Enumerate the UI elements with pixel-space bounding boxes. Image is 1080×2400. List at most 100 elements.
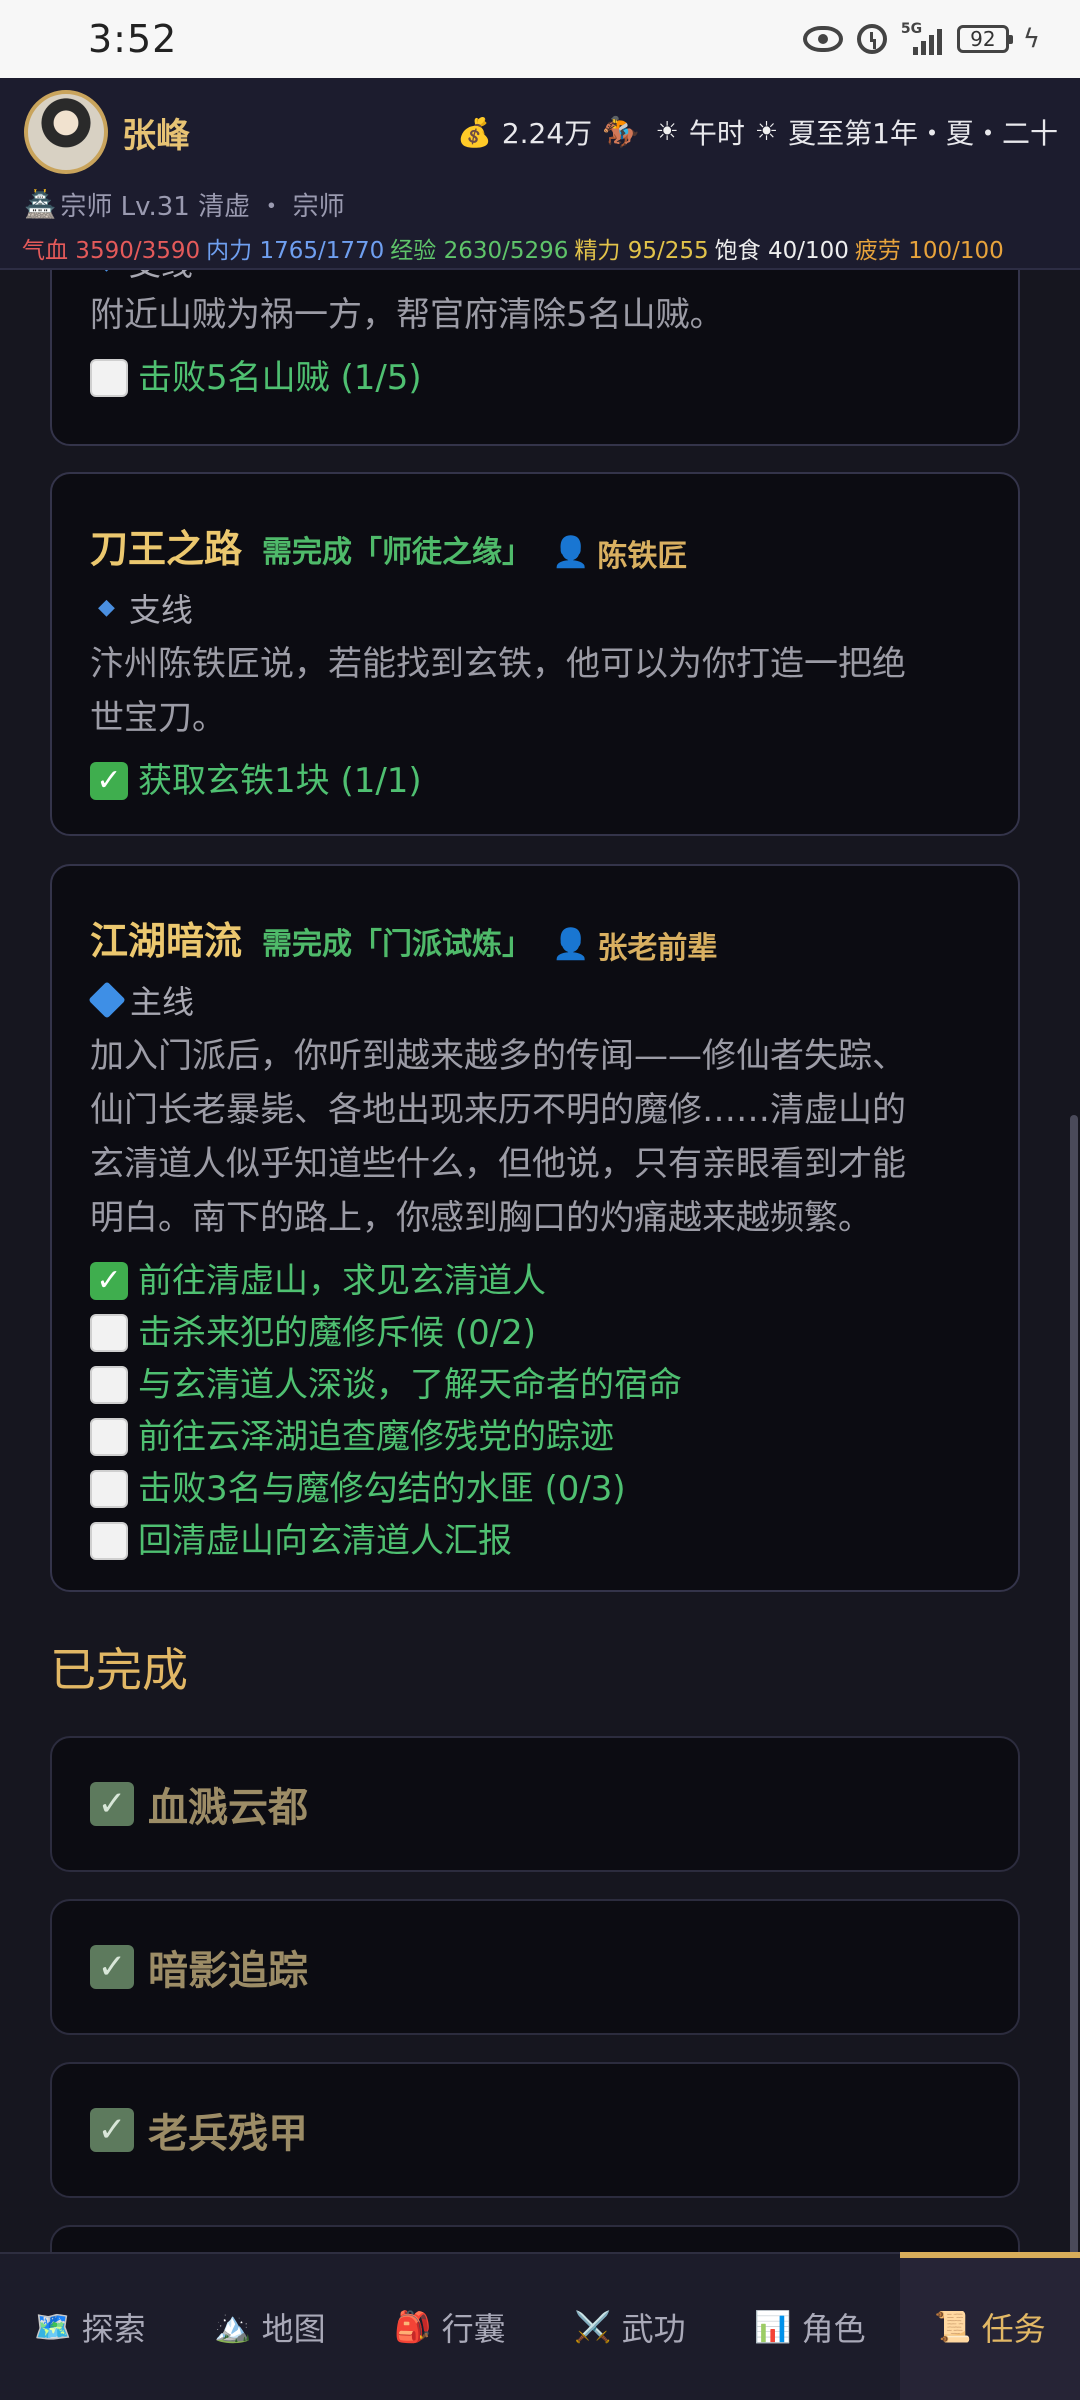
quest-title: 刀王之路 bbox=[90, 527, 243, 571]
stats-line: 气血 3590/3590 内力 1765/1770 经验 2630/5296 精… bbox=[22, 231, 1004, 265]
quest-prerequisite: 需完成「门派试炼」 bbox=[262, 927, 533, 962]
quest-title-row: 刀王之路 需完成「师徒之缘」 👤 陈铁匠 bbox=[90, 518, 980, 575]
time-of-day: 午时 bbox=[688, 117, 745, 150]
tab-map[interactable]: 🏔️ 地图 bbox=[180, 2254, 360, 2400]
scroll-icon: 📜 bbox=[934, 2309, 972, 2345]
bar-chart-icon: 📊 bbox=[754, 2309, 792, 2345]
quest-objective: 与玄清道人深谈，了解天命者的宿命 bbox=[90, 1359, 980, 1411]
quest-description: 附近山贼为祸一方，帮官府清除5名山贼。 bbox=[90, 295, 724, 335]
stat-mp: 内力 1765/1770 bbox=[206, 238, 385, 264]
horse-icon[interactable]: 🏇 bbox=[602, 115, 639, 150]
completed-quest-item[interactable] bbox=[50, 2225, 1020, 2252]
check-mark-icon: ✓ bbox=[90, 1945, 134, 1989]
quest-list[interactable]: ◆ 支线 附近山贼为祸一方，帮官府清除5名山贼。 击败5名山贼 (1/5) 刀王… bbox=[0, 270, 1080, 2252]
quest-objective: 前往云泽湖追查魔修残党的踪迹 bbox=[90, 1411, 980, 1463]
quest-objective: ✓ 获取玄铁1块 (1/1) bbox=[90, 755, 980, 807]
objective-text: 回清虚山向玄清道人汇报 bbox=[138, 1520, 512, 1561]
large-blue-diamond-icon bbox=[88, 980, 126, 1019]
quest-giver: 👤 陈铁匠 bbox=[552, 531, 687, 575]
rank-text: 宗师 Lv.31 清虚 ・ 宗师 bbox=[60, 192, 345, 222]
objective-text: 获取玄铁1块 (1/1) bbox=[138, 760, 422, 801]
alarm-icon bbox=[856, 24, 887, 54]
tab-skills[interactable]: ⚔️ 武功 bbox=[540, 2254, 720, 2400]
check-mark-icon: ✓ bbox=[90, 1261, 128, 1300]
rank-line: 🏯 宗师 Lv.31 清虚 ・ 宗师 bbox=[24, 186, 345, 223]
objective-text: 击杀来犯的魔修斥候 (0/2) bbox=[138, 1312, 537, 1353]
tab-quests[interactable]: 📜 任务 bbox=[900, 2252, 1080, 2400]
objective-text: 前往清虚山，求见玄清道人 bbox=[138, 1260, 546, 1301]
quest-card[interactable]: ◆ 支线 附近山贼为祸一方，帮官府清除5名山贼。 击败5名山贼 (1/5) bbox=[50, 270, 1020, 446]
quest-objective: 回清虚山向玄清道人汇报 bbox=[90, 1515, 980, 1567]
eye-comfort-icon bbox=[802, 26, 843, 52]
header-info: 💰 2.24万 🏇 ☀ 午时 ☀ 夏至第1年・夏・二十 bbox=[457, 112, 1058, 152]
quest-description: 加入门派后，你听到越来越多的传闻——修仙者失踪、 仙门长老暴毙、各地出现来历不明… bbox=[90, 1035, 906, 1238]
avatar[interactable] bbox=[24, 90, 108, 174]
completed-section-title: 已完成 bbox=[50, 1643, 188, 1697]
stat-fatigue: 疲劳 100/100 bbox=[854, 238, 1004, 264]
quest-title: 江湖暗流 bbox=[90, 919, 243, 963]
quest-title-row: 江湖暗流 需完成「门派试炼」 👤 张老前辈 bbox=[90, 910, 980, 967]
check-mark-icon: ✓ bbox=[90, 761, 128, 800]
quest-prerequisite: 需完成「师徒之缘」 bbox=[262, 535, 533, 570]
quest-type: ◆ 支线 bbox=[90, 585, 980, 631]
tab-label: 武功 bbox=[621, 2310, 686, 2348]
quest-card[interactable]: 刀王之路 需完成「师徒之缘」 👤 陈铁匠 ◆ 支线 汴州陈铁匠说，若能找到玄铁，… bbox=[50, 472, 1020, 836]
unchecked-box-icon bbox=[90, 1365, 128, 1404]
stat-food: 饱食 40/100 bbox=[714, 238, 849, 264]
tab-label: 探索 bbox=[81, 2310, 146, 2348]
system-status-bar: 3:52 5G 92 ϟ bbox=[0, 0, 1080, 78]
money-value: 2.24万 bbox=[501, 117, 593, 150]
quest-type: ◆ 支线 bbox=[90, 270, 980, 284]
stat-hp: 气血 3590/3590 bbox=[22, 238, 201, 264]
objective-text: 前往云泽湖追查魔修残党的踪迹 bbox=[138, 1416, 614, 1457]
tab-label: 地图 bbox=[261, 2310, 326, 2348]
player-header: 张峰 💰 2.24万 🏇 ☀ 午时 ☀ 夏至第1年・夏・二十 🏯 宗师 Lv.3… bbox=[0, 78, 1080, 270]
tab-label: 行囊 bbox=[441, 2310, 506, 2348]
tab-character[interactable]: 📊 角色 bbox=[720, 2254, 900, 2400]
diamond-icon: ◆ bbox=[90, 270, 123, 275]
completed-quest-item[interactable]: ✓ 血溅云都 bbox=[50, 1736, 1020, 1872]
scrollbar[interactable] bbox=[1070, 1115, 1078, 2252]
objective-text: 与玄清道人深谈，了解天命者的宿命 bbox=[138, 1364, 682, 1405]
completed-quest-title: 暗影追踪 bbox=[148, 1948, 308, 1994]
backpack-icon: 🎒 bbox=[394, 2309, 432, 2345]
quest-objectives: ✓ 前往清虚山，求见玄清道人 击杀来犯的魔修斥候 (0/2) 与玄清道人深谈，了… bbox=[90, 1255, 980, 1567]
quest-objective: 击杀来犯的魔修斥候 (0/2) bbox=[90, 1307, 980, 1359]
player-name: 张峰 bbox=[122, 116, 190, 156]
completed-quest-title: 老兵残甲 bbox=[148, 2111, 308, 2157]
status-time: 3:52 bbox=[88, 17, 178, 61]
unchecked-box-icon bbox=[90, 1469, 128, 1508]
rank-icon: 🏯 bbox=[24, 189, 57, 220]
tab-explore[interactable]: 🗺️ 探索 bbox=[0, 2254, 180, 2400]
unchecked-box-icon bbox=[90, 1521, 128, 1560]
completed-quest-item[interactable]: ✓ 暗影追踪 bbox=[50, 1899, 1020, 2035]
quest-type-label: 支线 bbox=[128, 590, 193, 629]
quest-giver: 👤 张老前辈 bbox=[552, 923, 717, 967]
signal-icon: 5G bbox=[901, 21, 943, 55]
check-mark-icon: ✓ bbox=[90, 2108, 134, 2152]
status-icons: 5G 92 ϟ bbox=[802, 21, 1040, 55]
charging-icon: ϟ bbox=[1022, 24, 1040, 54]
check-mark-icon: ✓ bbox=[90, 1782, 134, 1826]
quest-type-label: 支线 bbox=[129, 270, 193, 284]
tab-label: 角色 bbox=[801, 2310, 866, 2348]
stat-energy: 精力 95/255 bbox=[574, 238, 709, 264]
stat-exp: 经验 2630/5296 bbox=[390, 238, 569, 264]
quest-giver-name: 张老前辈 bbox=[597, 930, 718, 966]
money-bag-icon: 💰 bbox=[456, 115, 492, 149]
person-icon: 👤 bbox=[552, 535, 590, 570]
objective-text: 击败3名与魔修勾结的水匪 (0/3) bbox=[138, 1468, 626, 1509]
unchecked-box-icon bbox=[90, 1313, 128, 1352]
quest-card[interactable]: 江湖暗流 需完成「门派试炼」 👤 张老前辈 主线 加入门派后，你听到越来越多的传… bbox=[50, 864, 1020, 1592]
quest-type-label: 主线 bbox=[130, 982, 195, 1021]
small-blue-diamond-icon: ◆ bbox=[98, 595, 115, 620]
quest-type: 主线 bbox=[88, 977, 980, 1023]
objective-text: 击败5名山贼 (1/5) bbox=[138, 358, 422, 398]
mountain-icon: 🏔️ bbox=[214, 2309, 252, 2345]
tab-inventory[interactable]: 🎒 行囊 bbox=[360, 2254, 540, 2400]
sun-icon: ☀ bbox=[655, 117, 679, 147]
crossed-swords-icon: ⚔️ bbox=[574, 2309, 612, 2345]
bottom-nav: 🗺️ 探索 🏔️ 地图 🎒 行囊 ⚔️ 武功 📊 角色 📜 任务 bbox=[0, 2252, 1080, 2400]
completed-quest-item[interactable]: ✓ 老兵残甲 bbox=[50, 2062, 1020, 2198]
quest-description: 汴州陈铁匠说，若能找到玄铁，他可以为你打造一把绝 世宝刀。 bbox=[90, 643, 906, 738]
